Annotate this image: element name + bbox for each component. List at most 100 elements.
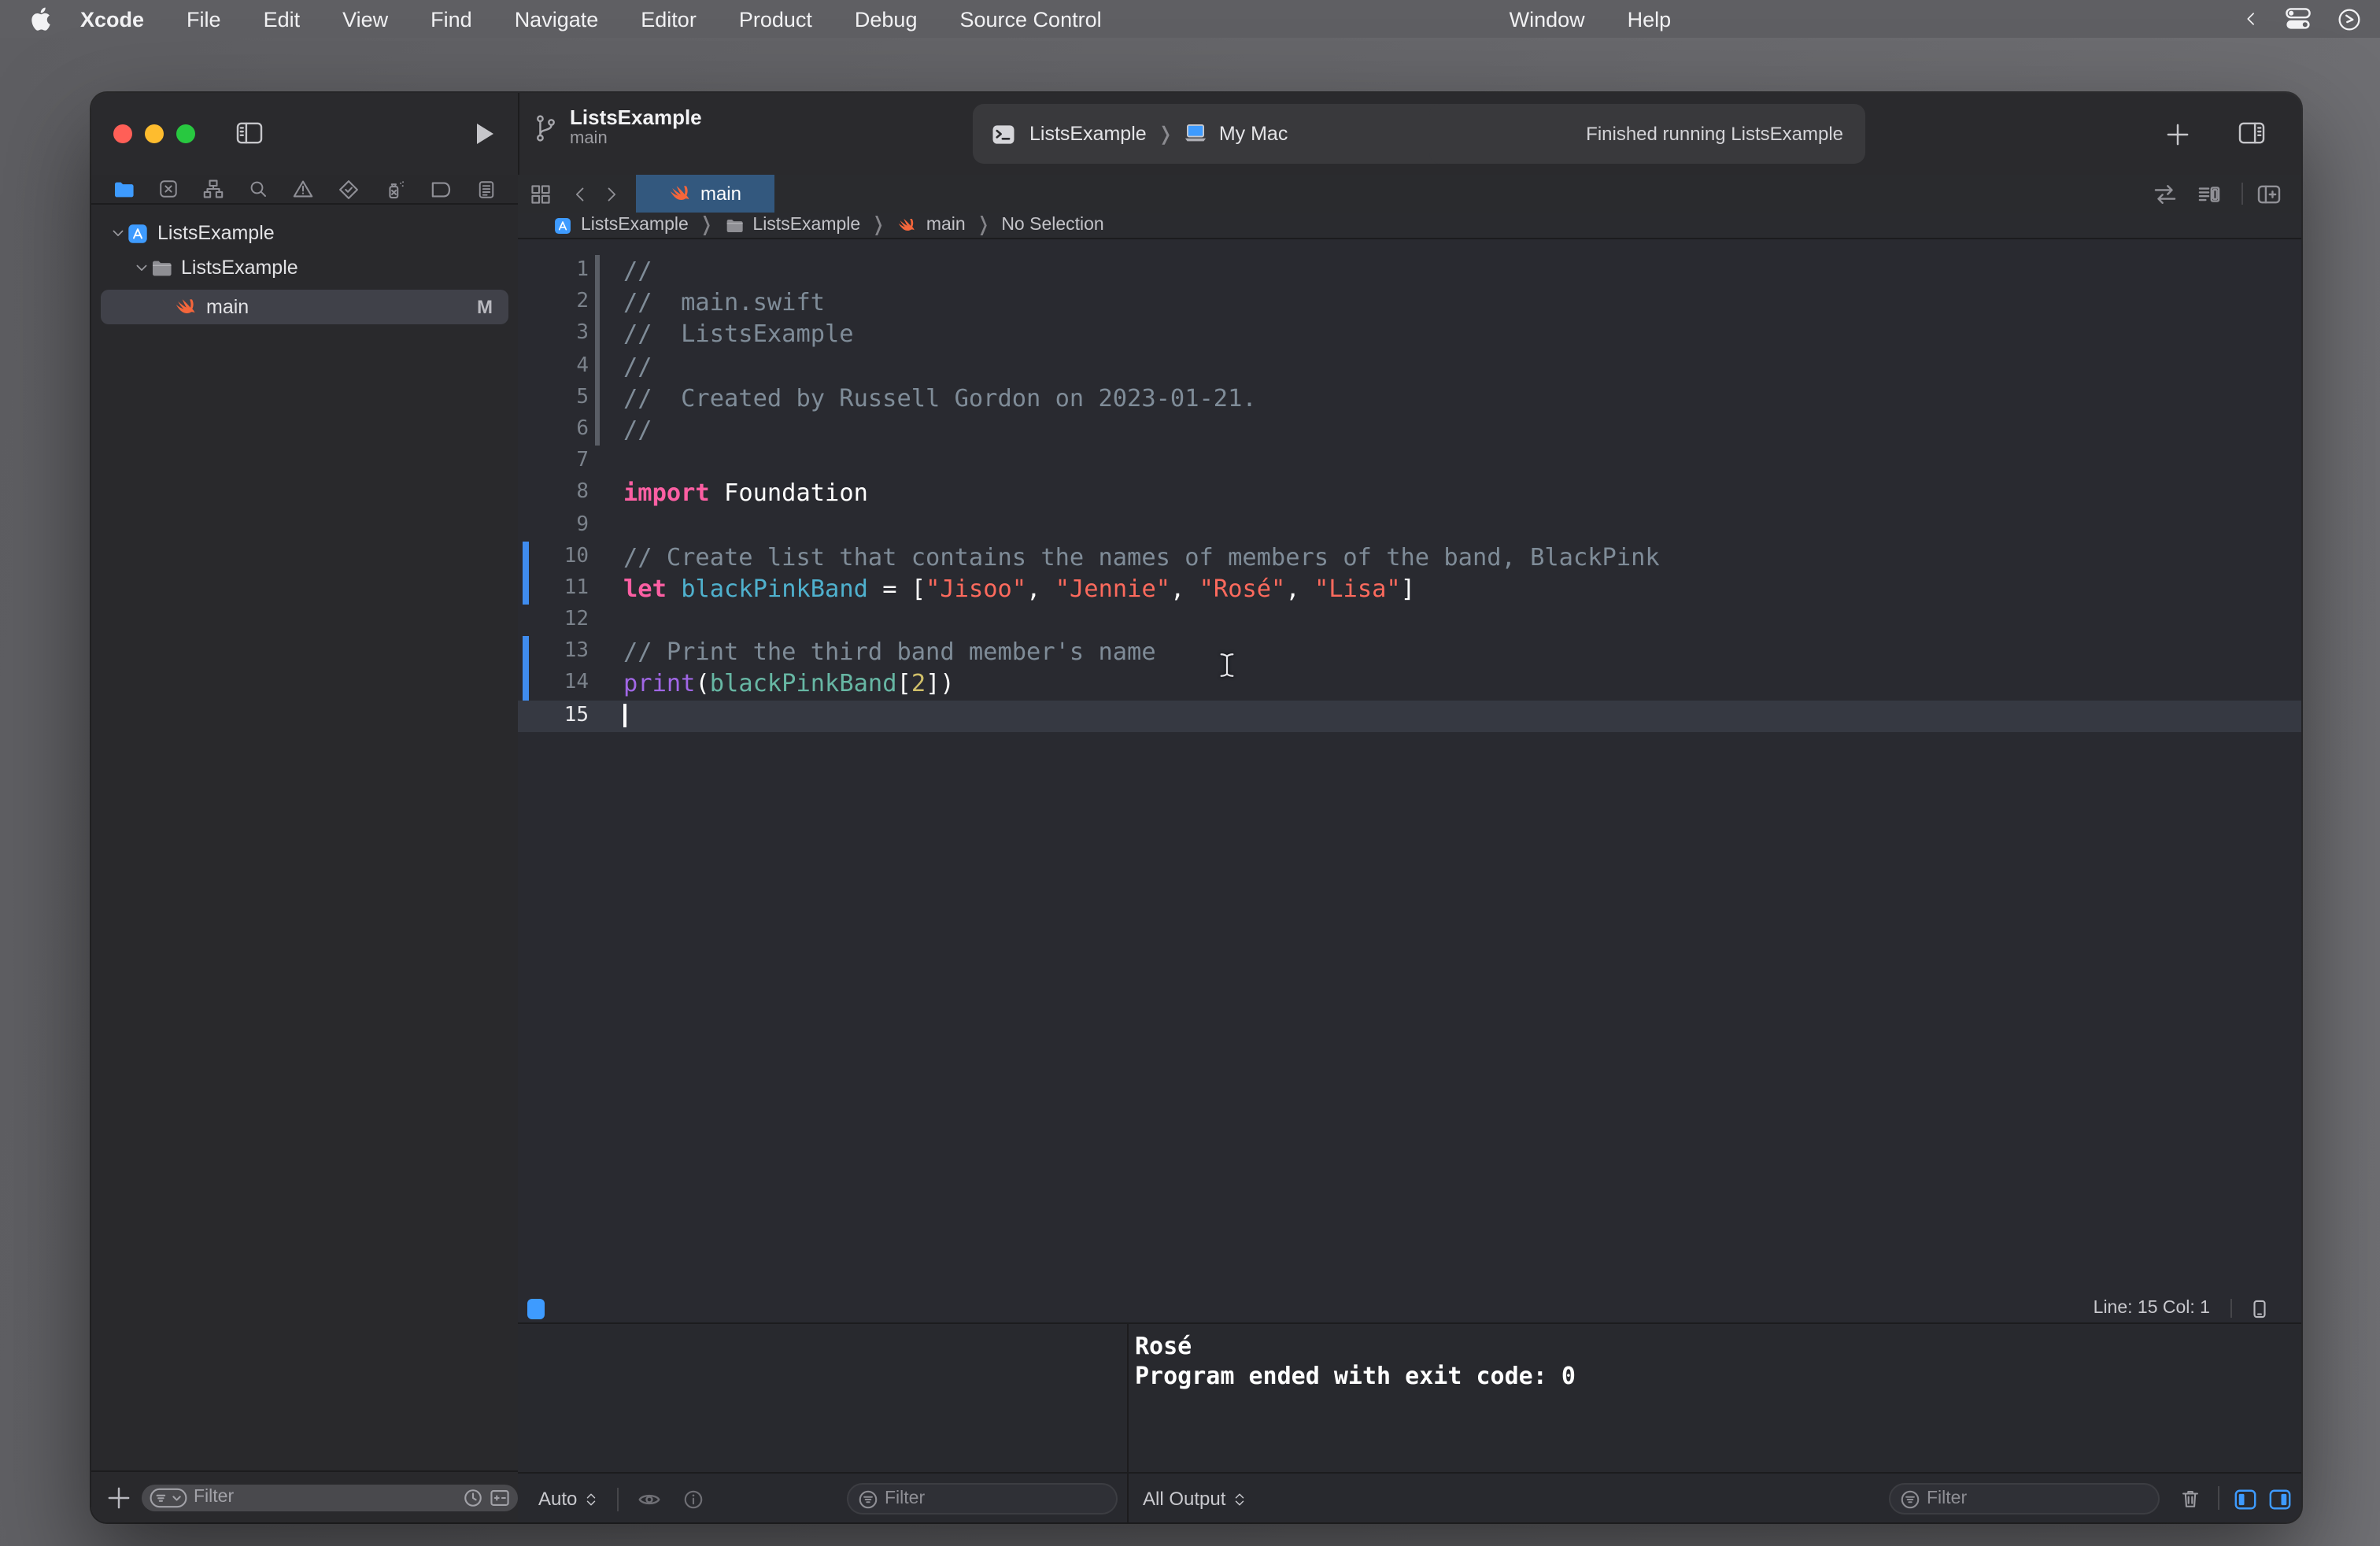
code-line-10[interactable]: 10// Create list that contains the names… xyxy=(518,541,2301,572)
menu-edit[interactable]: Edit xyxy=(264,7,301,31)
symbols-icon[interactable] xyxy=(203,179,224,198)
toggle-navigator-icon[interactable] xyxy=(236,121,263,145)
code-line-6[interactable]: 6// xyxy=(518,414,2301,446)
code-text: // ListsExample xyxy=(623,319,854,350)
tests-icon[interactable] xyxy=(338,179,359,199)
tree-row-listsexample[interactable]: ListsExample xyxy=(91,250,518,285)
reports-icon[interactable] xyxy=(477,179,496,199)
menu-file[interactable]: File xyxy=(187,7,221,31)
source-control-status-icon[interactable] xyxy=(490,1487,510,1507)
console-line: Rosé xyxy=(1135,1332,2301,1362)
line-number: 12 xyxy=(518,605,589,636)
progress-circle-icon[interactable] xyxy=(2338,7,2361,31)
menu-debug[interactable]: Debug xyxy=(855,7,918,31)
adjust-editor-options-icon[interactable] xyxy=(2197,175,2221,213)
menu-view[interactable]: View xyxy=(342,7,388,31)
code-line-9[interactable]: 9 xyxy=(518,509,2301,541)
code-line-15[interactable]: 15 xyxy=(518,700,2301,731)
menu-product[interactable]: Product xyxy=(739,7,812,31)
jumpbar-segment-listsexample[interactable]: ListsExample xyxy=(552,215,689,235)
toggle-variables-view-icon[interactable] xyxy=(2234,1487,2257,1511)
toggle-console-icon[interactable] xyxy=(2268,1487,2292,1511)
line-number: 15 xyxy=(518,700,589,731)
control-center-icon[interactable] xyxy=(2286,8,2311,30)
tree-row-listsexample[interactable]: ListsExample xyxy=(91,216,518,250)
editor-mode-icon[interactable] xyxy=(527,1298,545,1319)
source-editor[interactable]: 1//2// main.swift3// ListsExample4//5// … xyxy=(518,238,2301,1311)
console-output[interactable]: RoséProgram ended with exit code: 0 xyxy=(1129,1324,2301,1474)
jumpbar-segment-main[interactable]: main xyxy=(896,215,966,235)
code-line-8[interactable]: 8import Foundation xyxy=(518,478,2301,509)
add-item-button[interactable] xyxy=(107,1485,131,1509)
console-scope-selector[interactable]: All Output xyxy=(1143,1488,1246,1510)
clear-console-icon[interactable] xyxy=(2180,1488,2201,1510)
chevron-left-icon[interactable] xyxy=(2243,9,2259,28)
menu-editor[interactable]: Editor xyxy=(641,7,697,31)
recent-files-icon[interactable] xyxy=(463,1487,483,1507)
go-forward-icon[interactable] xyxy=(603,175,620,213)
code-line-12[interactable]: 12 xyxy=(518,605,2301,636)
code-line-7[interactable]: 7 xyxy=(518,446,2301,477)
quicklook-eye-icon[interactable] xyxy=(637,1490,660,1507)
navigator-filter-field[interactable] xyxy=(142,1484,518,1511)
scheme-target[interactable]: ListsExample xyxy=(1029,123,1147,145)
status-divider xyxy=(2230,1299,2232,1318)
navigator-filter-input[interactable] xyxy=(187,1488,463,1507)
issues-icon[interactable] xyxy=(293,179,313,198)
menu-help[interactable]: Help xyxy=(1628,7,1672,31)
code-line-2[interactable]: 2// main.swift xyxy=(518,287,2301,318)
code-line-13[interactable]: 13// Print the third band member's name xyxy=(518,637,2301,668)
go-back-icon[interactable] xyxy=(571,175,589,213)
jumpbar-label: ListsExample xyxy=(581,216,689,235)
find-icon[interactable] xyxy=(249,179,268,198)
apple-menu-icon[interactable] xyxy=(31,6,54,31)
device-preview-icon[interactable] xyxy=(2249,1298,2270,1319)
related-items-icon[interactable] xyxy=(530,175,551,213)
code-line-4[interactable]: 4// xyxy=(518,350,2301,382)
zoom-button[interactable] xyxy=(176,124,195,143)
info-icon[interactable] xyxy=(682,1489,703,1509)
console-filter-field[interactable] xyxy=(1889,1483,2160,1515)
xcode-project-icon xyxy=(554,216,571,234)
scheme-destination[interactable]: My Mac xyxy=(1219,123,1288,145)
minimize-button[interactable] xyxy=(145,124,164,143)
toggle-inspector-icon[interactable] xyxy=(2238,121,2265,145)
tab-label: main xyxy=(700,183,741,205)
add-editor-icon[interactable] xyxy=(2257,175,2281,213)
library-add-icon[interactable] xyxy=(2166,123,2190,146)
filter-menu-icon[interactable] xyxy=(150,1487,187,1507)
code-line-3[interactable]: 3// ListsExample xyxy=(518,319,2301,350)
scheme-selector[interactable]: ListsExample ❭ My Mac xyxy=(973,104,1451,164)
jumpbar-segment-listsexample[interactable]: ListsExample xyxy=(724,216,860,235)
debug-gauge-icon[interactable] xyxy=(384,179,405,199)
selection-highlight xyxy=(101,290,508,324)
close-button[interactable] xyxy=(113,124,132,143)
variables-filter-field[interactable] xyxy=(847,1483,1118,1515)
jumpbar-segment-no-selection[interactable]: No Selection xyxy=(1001,216,1103,235)
code-line-14[interactable]: 14print(blackPinkBand[2]) xyxy=(518,668,2301,700)
disclosure-chevron-icon[interactable] xyxy=(107,225,128,241)
code-line-1[interactable]: 1// xyxy=(518,255,2301,287)
tab-main[interactable]: main xyxy=(636,175,774,213)
code-line-5[interactable]: 5// Created by Russell Gordon on 2023-01… xyxy=(518,383,2301,414)
source-control-icon[interactable] xyxy=(159,179,178,198)
variables-scope-label: Auto xyxy=(538,1488,577,1510)
menu-window[interactable]: Window xyxy=(1510,7,1585,31)
variables-scope-selector[interactable]: Auto xyxy=(538,1488,597,1510)
menu-xcode[interactable]: Xcode xyxy=(80,7,144,31)
disclosure-chevron-icon[interactable] xyxy=(131,260,151,276)
project-navigator-icon[interactable] xyxy=(113,180,134,198)
menu-source-control[interactable]: Source Control xyxy=(960,7,1102,31)
menu-bar: Xcode File Edit View Find Navigate Editor Produ… xyxy=(0,0,2380,38)
activity-viewer: Finished running ListsExample xyxy=(1429,104,1865,164)
run-button[interactable] xyxy=(474,121,496,146)
tree-row-main[interactable]: mainM xyxy=(91,290,518,324)
breakpoints-icon[interactable] xyxy=(430,180,452,198)
menu-navigate[interactable]: Navigate xyxy=(515,7,599,31)
menu-find[interactable]: Find xyxy=(431,7,472,31)
console-filter-input[interactable] xyxy=(1920,1489,2175,1508)
variables-view[interactable] xyxy=(518,1324,1127,1474)
code-line-11[interactable]: 11let blackPinkBand = ["Jisoo", "Jennie"… xyxy=(518,573,2301,605)
code-review-icon[interactable] xyxy=(2153,175,2177,213)
variables-filter-input[interactable] xyxy=(878,1489,1133,1508)
